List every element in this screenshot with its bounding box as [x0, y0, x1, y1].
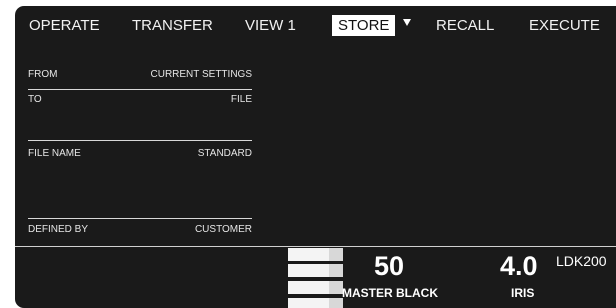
- menu-recall[interactable]: RECALL: [436, 15, 494, 36]
- level-slot: [329, 248, 343, 261]
- camera-model-label: LDK200: [556, 253, 607, 269]
- menu-view-1[interactable]: VIEW 1: [245, 15, 296, 36]
- master-black-value[interactable]: 50: [374, 251, 404, 282]
- dropdown-caret-icon[interactable]: [403, 19, 411, 26]
- file-name-value[interactable]: STANDARD: [198, 148, 252, 159]
- form-divider: [28, 140, 252, 141]
- menu-store[interactable]: STORE: [332, 15, 396, 36]
- to-label: TO: [28, 94, 42, 105]
- camera-control-screen: OPERATE TRANSFER VIEW 1 STORE RECALL EXE…: [15, 6, 616, 308]
- level-slot: [288, 281, 329, 294]
- level-slot: [288, 298, 329, 308]
- level-slot: [329, 298, 343, 308]
- master-black-label: MASTER BLACK: [342, 286, 438, 300]
- level-slot: [329, 264, 343, 277]
- menu-bar: OPERATE TRANSFER VIEW 1 STORE RECALL EXE…: [15, 6, 616, 42]
- form-divider: [28, 89, 252, 90]
- to-value[interactable]: FILE: [231, 94, 252, 105]
- status-bar-divider: [15, 246, 616, 247]
- defined-by-value[interactable]: CUSTOMER: [195, 224, 252, 235]
- form-divider: [28, 218, 252, 219]
- menu-transfer[interactable]: TRANSFER: [132, 15, 213, 36]
- level-slot: [288, 264, 329, 277]
- iris-value[interactable]: 4.0: [500, 251, 538, 282]
- level-slot: [329, 281, 343, 294]
- menu-execute[interactable]: EXECUTE: [529, 15, 600, 36]
- menu-operate[interactable]: OPERATE: [29, 15, 100, 36]
- from-value[interactable]: CURRENT SETTINGS: [151, 69, 253, 80]
- defined-by-label: DEFINED BY: [28, 224, 89, 235]
- iris-label: IRIS: [511, 286, 535, 300]
- level-slot: [288, 248, 329, 261]
- from-label: FROM: [28, 69, 58, 80]
- file-name-label: FILE NAME: [28, 148, 81, 159]
